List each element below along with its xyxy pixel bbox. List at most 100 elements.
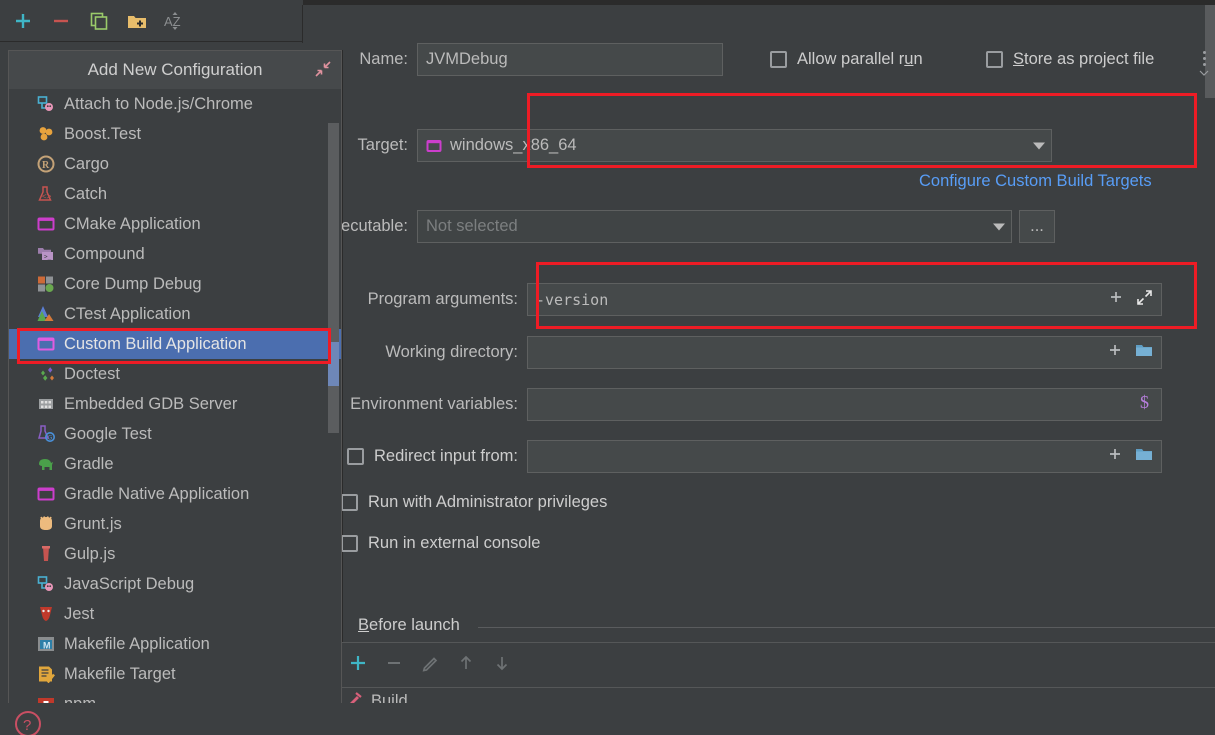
checkbox-box[interactable] xyxy=(341,535,358,552)
target-row: Target: windows_x86_64 xyxy=(303,129,1052,162)
edit-task-button[interactable] xyxy=(420,653,440,678)
list-item[interactable]: G Google Test xyxy=(9,419,341,449)
environment-variables-editor-icon[interactable]: $ xyxy=(1139,392,1153,417)
dialog-footer: OK Cancel Apply xyxy=(0,703,1215,735)
expand-editor-icon[interactable] xyxy=(1136,289,1153,311)
list-item-label: Gradle xyxy=(64,454,114,473)
target-select[interactable]: windows_x86_64 xyxy=(417,129,1052,162)
list-item-label: Embedded GDB Server xyxy=(64,394,238,413)
list-item[interactable]: Doctest xyxy=(9,359,341,389)
copy-configuration-button[interactable] xyxy=(82,5,116,37)
list-item[interactable]: CMake Application xyxy=(9,209,341,239)
more-options-icon[interactable] xyxy=(1197,50,1211,76)
list-item[interactable]: Makefile Target xyxy=(9,659,341,689)
list-item[interactable]: Gradle xyxy=(9,449,341,479)
executable-browse-button[interactable]: ... xyxy=(1019,210,1055,243)
before-launch-divider xyxy=(478,627,1215,628)
svg-text:AZ: AZ xyxy=(164,14,181,29)
collapse-arrows-icon[interactable] xyxy=(313,59,333,79)
add-task-button[interactable] xyxy=(348,653,368,678)
chevron-down-icon[interactable] xyxy=(993,223,1005,230)
svg-text:R: R xyxy=(42,160,50,171)
list-item[interactable]: Gradle Native Application xyxy=(9,479,341,509)
name-input-value: JVMDebug xyxy=(426,50,508,68)
new-folder-button[interactable] xyxy=(120,5,154,37)
list-item[interactable]: CTest Application xyxy=(9,299,341,329)
list-item[interactable]: JavaScript Debug xyxy=(9,569,341,599)
list-item-label: Boost.Test xyxy=(64,124,142,143)
redirect-input-label: Redirect input from: xyxy=(374,447,518,465)
insert-macro-icon[interactable] xyxy=(1108,289,1124,310)
remove-configuration-button[interactable] xyxy=(44,5,78,37)
list-item-custom-build-application[interactable]: Custom Build Application xyxy=(9,329,341,359)
compound-icon: >_ xyxy=(37,245,55,263)
environment-variables-row: Environment variables: $ xyxy=(303,388,1162,421)
name-input[interactable]: JVMDebug xyxy=(417,43,723,76)
list-item[interactable]: Gulp.js xyxy=(9,539,341,569)
run-as-administrator-checkbox[interactable]: Run with Administrator privileges xyxy=(341,493,607,512)
configuration-type-list[interactable]: Attach to Node.js/Chrome Boost.Test R Ca… xyxy=(9,89,341,706)
insert-macro-icon[interactable] xyxy=(1107,342,1123,363)
run-in-external-console-checkbox[interactable]: Run in external console xyxy=(341,534,540,553)
configuration-form: Name: JVMDebug Allow parallel run Store … xyxy=(303,5,1215,710)
run-as-administrator-label: Run with Administrator privileges xyxy=(368,493,608,511)
program-arguments-row: Program arguments: -version xyxy=(303,283,1162,316)
configurations-toolbar: AZ xyxy=(0,0,303,42)
list-item-label: Compound xyxy=(64,244,145,263)
list-item-label: Jest xyxy=(64,604,95,623)
makefile-target-icon xyxy=(37,665,55,683)
list-item[interactable]: Core Dump Debug xyxy=(9,269,341,299)
list-item-label: CTest Application xyxy=(64,304,191,323)
list-item[interactable]: M Makefile Application xyxy=(9,629,341,659)
allow-parallel-run-checkbox[interactable]: Allow parallel run xyxy=(770,50,923,69)
target-select-value: windows_x86_64 xyxy=(450,136,577,154)
browse-folder-icon[interactable] xyxy=(1135,342,1153,363)
executable-select[interactable]: Not selected xyxy=(417,210,1012,243)
executable-placeholder: Not selected xyxy=(426,217,518,235)
svg-text:G: G xyxy=(48,436,53,442)
list-item[interactable]: <> Catch xyxy=(9,179,341,209)
list-item[interactable]: Embedded GDB Server xyxy=(9,389,341,419)
checkbox-box[interactable] xyxy=(770,51,787,68)
google-test-icon: G xyxy=(37,425,55,443)
popup-scrollbar-track[interactable] xyxy=(328,123,339,433)
list-item[interactable]: Jest xyxy=(9,599,341,629)
list-item[interactable]: Boost.Test xyxy=(9,119,341,149)
checkbox-box[interactable] xyxy=(347,448,365,465)
popup-title: Add New Configuration xyxy=(87,60,263,79)
sort-configurations-button[interactable]: AZ xyxy=(158,5,192,37)
embedded-gdb-server-icon xyxy=(37,395,55,413)
list-item-label: Custom Build Application xyxy=(64,334,247,353)
redirect-input-field[interactable] xyxy=(527,440,1162,473)
browse-folder-icon[interactable] xyxy=(1135,446,1153,467)
working-directory-input[interactable] xyxy=(527,336,1162,369)
before-launch-panel: Build xyxy=(337,642,1215,710)
list-item[interactable]: Attach to Node.js/Chrome xyxy=(9,89,341,119)
popup-scrollbar-thumb[interactable] xyxy=(328,342,339,386)
doctest-icon xyxy=(37,365,55,383)
move-task-down-button[interactable] xyxy=(492,653,512,678)
svg-text:<>: <> xyxy=(42,192,52,201)
list-item[interactable]: >_ Compound xyxy=(9,239,341,269)
gulp-icon xyxy=(37,545,55,563)
program-arguments-input[interactable]: -version xyxy=(527,283,1162,316)
insert-macro-icon[interactable] xyxy=(1107,446,1123,467)
program-arguments-value: -version xyxy=(536,290,609,309)
svg-text:?: ? xyxy=(23,717,31,734)
list-item-label: Catch xyxy=(64,184,108,203)
configure-custom-build-targets-link[interactable]: Configure Custom Build Targets xyxy=(919,172,1152,191)
store-as-project-file-checkbox[interactable]: Store as project file xyxy=(986,50,1154,69)
remove-task-button[interactable] xyxy=(384,653,404,678)
chevron-down-icon[interactable] xyxy=(1033,142,1045,149)
list-item[interactable]: Grunt.js xyxy=(9,509,341,539)
environment-variables-input[interactable]: $ xyxy=(527,388,1162,421)
add-configuration-button[interactable] xyxy=(6,5,40,37)
checkbox-box[interactable] xyxy=(986,51,1003,68)
move-task-up-button[interactable] xyxy=(456,653,476,678)
help-question-icon[interactable]: ? xyxy=(14,710,41,735)
list-item-label: Doctest xyxy=(64,364,120,383)
list-item-label: CMake Application xyxy=(64,214,201,233)
svg-text:>_: >_ xyxy=(44,254,52,261)
checkbox-box[interactable] xyxy=(341,494,358,511)
list-item[interactable]: R Cargo xyxy=(9,149,341,179)
